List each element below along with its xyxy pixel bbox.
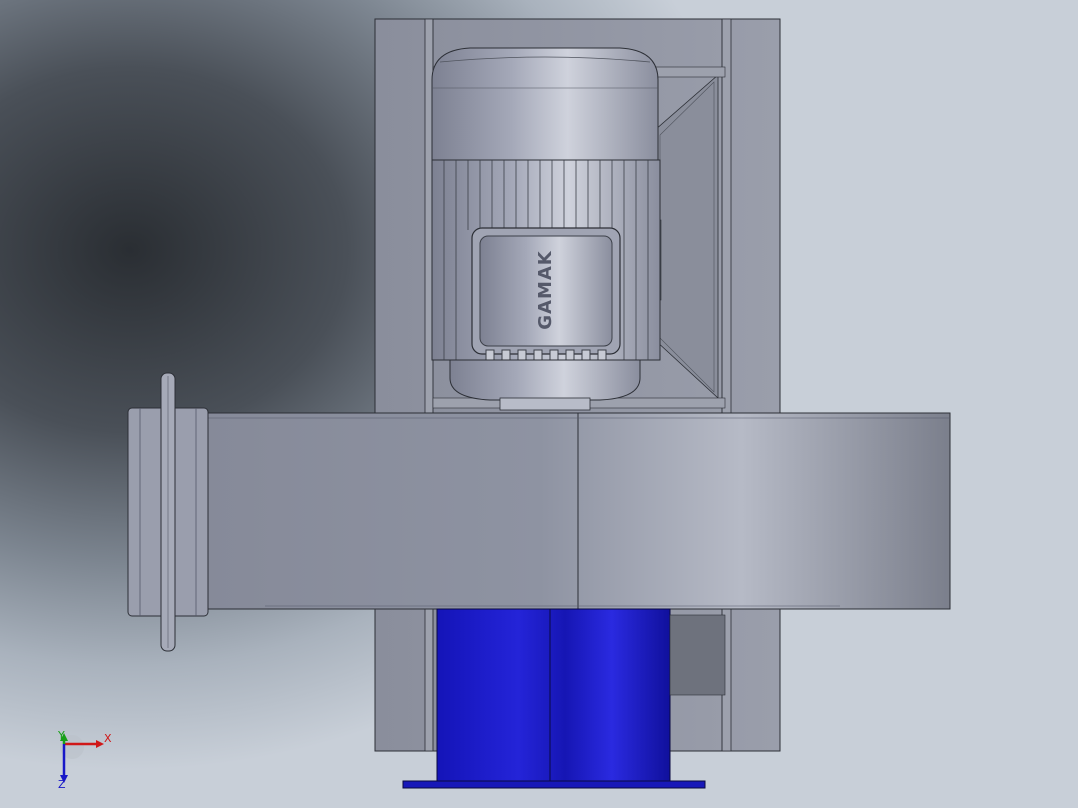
- outlet-flange[interactable]: [127, 372, 209, 652]
- triad-x-label: X: [104, 732, 112, 745]
- motor-brand-label: GAMAK: [535, 250, 556, 330]
- triad-z-label: Z: [58, 778, 66, 791]
- 3d-viewport[interactable]: GAMAK X Y Z: [0, 0, 1078, 808]
- fan-housing[interactable]: [204, 412, 951, 610]
- fan-assembly-model[interactable]: GAMAK: [0, 0, 1078, 808]
- motor[interactable]: GAMAK: [431, 47, 661, 411]
- coordinate-triad: [60, 733, 104, 783]
- triad-y-label: Y: [58, 729, 65, 742]
